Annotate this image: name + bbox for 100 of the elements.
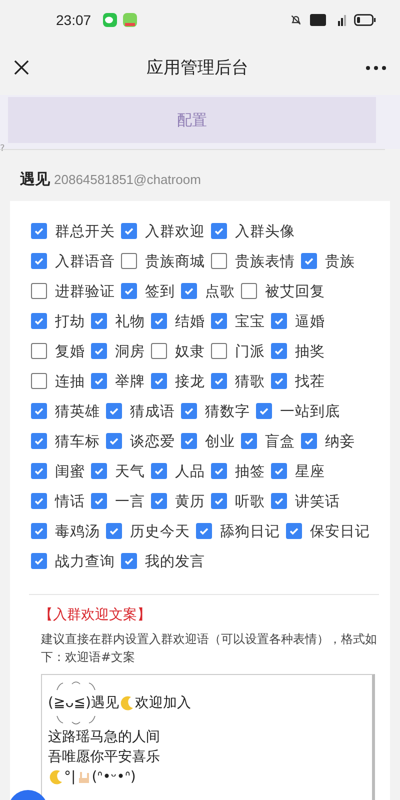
checkbox[interactable] <box>241 283 257 299</box>
checkbox-label: 进群验证 <box>55 282 115 300</box>
checkbox-label: 保安日记 <box>310 522 370 540</box>
checkbox[interactable] <box>151 313 167 329</box>
more-icon[interactable] <box>366 66 386 70</box>
checkbox[interactable] <box>121 283 137 299</box>
checkbox[interactable] <box>91 373 107 389</box>
checkbox[interactable] <box>31 223 47 239</box>
checkbox-label: 星座 <box>295 462 325 480</box>
checkbox[interactable] <box>106 433 122 449</box>
checkbox-label: 贵族商城 <box>145 252 205 270</box>
checkbox-label: 战力查询 <box>55 552 115 570</box>
checkbox[interactable] <box>31 283 47 299</box>
check-icon <box>33 435 45 447</box>
check-icon <box>33 465 45 477</box>
checkbox-label: 宝宝 <box>235 312 265 330</box>
checkbox[interactable] <box>181 433 197 449</box>
check-icon <box>273 465 285 477</box>
checkbox-label: 我的发言 <box>145 552 205 570</box>
check-icon <box>153 495 165 507</box>
checkbox[interactable] <box>271 313 287 329</box>
checkbox[interactable] <box>91 463 107 479</box>
checkbox-label: 情话 <box>55 492 85 510</box>
checkbox[interactable] <box>31 253 47 269</box>
checkbox[interactable] <box>151 343 167 359</box>
status-time: 23:07 <box>56 12 92 28</box>
check-icon <box>213 375 225 387</box>
checkbox[interactable] <box>196 523 212 539</box>
checkbox[interactable] <box>31 523 47 539</box>
section-title: 【入群欢迎文案】 <box>39 606 152 624</box>
checkbox[interactable] <box>106 523 122 539</box>
checkbox[interactable] <box>121 553 137 569</box>
check-icon <box>213 315 225 327</box>
check-icon <box>123 225 135 237</box>
checkbox[interactable] <box>31 403 47 419</box>
checkbox-label: 谈恋爱 <box>130 432 175 450</box>
checkbox[interactable] <box>301 433 317 449</box>
check-icon <box>183 435 195 447</box>
checkbox-label: 礼物 <box>115 312 145 330</box>
checkbox-label: 猜成语 <box>130 402 175 420</box>
battery-icon <box>354 14 376 26</box>
checkbox[interactable] <box>286 523 302 539</box>
checkbox[interactable] <box>31 313 47 329</box>
check-icon <box>108 435 120 447</box>
checkbox[interactable] <box>91 493 107 509</box>
check-icon <box>183 405 195 417</box>
check-icon <box>303 255 315 267</box>
checkbox[interactable] <box>211 253 227 269</box>
check-icon <box>93 345 105 357</box>
close-icon[interactable] <box>14 60 29 75</box>
checkbox-label: 人品 <box>175 462 205 480</box>
welcome-line: 欢迎加入 <box>134 694 191 713</box>
checkbox-label: 闺蜜 <box>55 462 85 480</box>
check-icon <box>33 225 45 237</box>
checkbox[interactable] <box>211 313 227 329</box>
checkbox[interactable] <box>211 373 227 389</box>
checkbox[interactable] <box>91 313 107 329</box>
check-icon <box>153 315 165 327</box>
checkbox-label: 猜歌 <box>235 372 265 390</box>
checkbox[interactable] <box>211 223 227 239</box>
checkbox[interactable] <box>211 493 227 509</box>
checkbox[interactable] <box>31 493 47 509</box>
checkbox[interactable] <box>31 463 47 479</box>
checkbox-label: 入群语音 <box>55 252 115 270</box>
checkbox[interactable] <box>121 253 137 269</box>
checkbox[interactable] <box>211 343 227 359</box>
checkbox[interactable] <box>181 283 197 299</box>
checkbox[interactable] <box>31 433 47 449</box>
checkbox[interactable] <box>301 253 317 269</box>
checkbox[interactable] <box>211 463 227 479</box>
checkbox[interactable] <box>31 553 47 569</box>
checkbox[interactable] <box>256 403 272 419</box>
check-icon <box>108 525 120 537</box>
checkbox[interactable] <box>271 373 287 389</box>
checkbox-label: 贵族 <box>325 252 355 270</box>
checkbox-label: 一言 <box>115 492 145 510</box>
welcome-line: (≧ᴗ≦)遇见 <box>48 694 119 713</box>
checkbox-label: 讲笑话 <box>295 492 340 510</box>
checkbox[interactable] <box>91 343 107 359</box>
welcome-text-area[interactable]: (≧ᴗ≦)遇见 欢迎加入 这路瑶马急的人间 吾唯愿你平安喜乐 °| (ᐢ•ᵕ•ᐢ) <box>41 674 375 800</box>
checkbox[interactable] <box>121 223 137 239</box>
checkbox[interactable] <box>241 433 257 449</box>
checkbox[interactable] <box>181 403 197 419</box>
checkbox-label: 结婚 <box>175 312 205 330</box>
checkbox[interactable] <box>106 403 122 419</box>
checkbox[interactable] <box>31 343 47 359</box>
check-icon <box>123 285 135 297</box>
chat-app-icon <box>103 13 118 27</box>
moon-icon <box>48 769 64 785</box>
checkbox-label: 被艾回复 <box>265 282 325 300</box>
welcome-line: 吾唯愿你平安喜乐 <box>48 748 161 767</box>
checkbox[interactable] <box>151 373 167 389</box>
checkbox[interactable] <box>271 493 287 509</box>
checkbox[interactable] <box>271 463 287 479</box>
checkbox[interactable] <box>31 373 47 389</box>
check-icon <box>33 405 45 417</box>
checkbox[interactable] <box>151 493 167 509</box>
checkbox-label: 猜车标 <box>55 432 100 450</box>
checkbox[interactable] <box>151 463 167 479</box>
checkbox[interactable] <box>271 343 287 359</box>
